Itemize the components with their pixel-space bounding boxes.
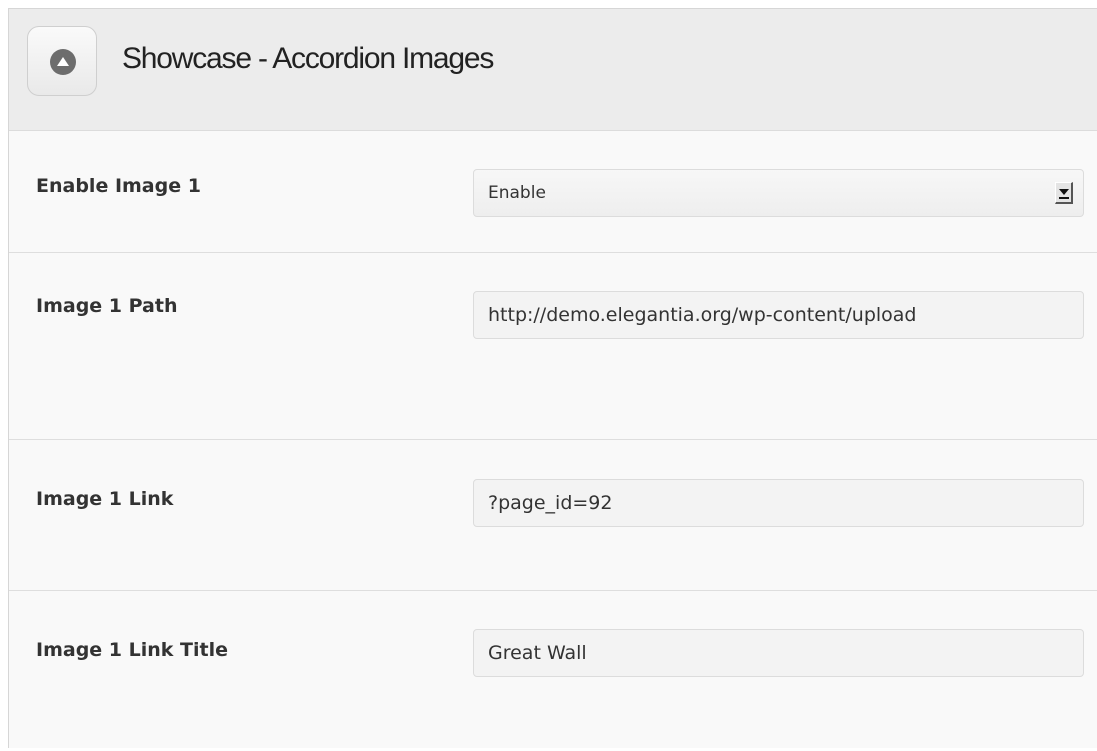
collapse-up-icon xyxy=(50,49,76,75)
section-title: Showcase - Accordion Images xyxy=(122,42,494,75)
section-toggle-button[interactable] xyxy=(27,26,97,96)
image-1-link-input[interactable]: ?page_id=92 xyxy=(473,479,1084,527)
field-label-image-1-path: Image 1 Path xyxy=(36,295,178,317)
field-row-image-1-link: Image 1 Link ?page_id=92 xyxy=(9,440,1097,591)
section-header: Showcase - Accordion Images xyxy=(9,9,1097,131)
image-1-link-title-input[interactable]: Great Wall xyxy=(473,629,1084,677)
field-row-image-1-path: Image 1 Path http://demo.elegantia.org/w… xyxy=(9,253,1097,440)
field-label-image-1-link-title: Image 1 Link Title xyxy=(36,639,228,661)
chevron-down-icon[interactable] xyxy=(1055,182,1073,204)
field-row-enable-image-1: Enable Image 1 Enable xyxy=(9,131,1097,253)
field-label-image-1-link: Image 1 Link xyxy=(36,488,174,510)
field-row-image-1-link-title: Image 1 Link Title Great Wall xyxy=(9,591,1097,751)
options-panel: Showcase - Accordion Images Enable Image… xyxy=(8,8,1097,748)
enable-image-1-select-value: Enable xyxy=(488,183,546,203)
enable-image-1-select[interactable]: Enable xyxy=(473,169,1084,217)
image-1-path-input[interactable]: http://demo.elegantia.org/wp-content/upl… xyxy=(473,291,1084,339)
field-label-enable-image-1: Enable Image 1 xyxy=(36,175,201,197)
